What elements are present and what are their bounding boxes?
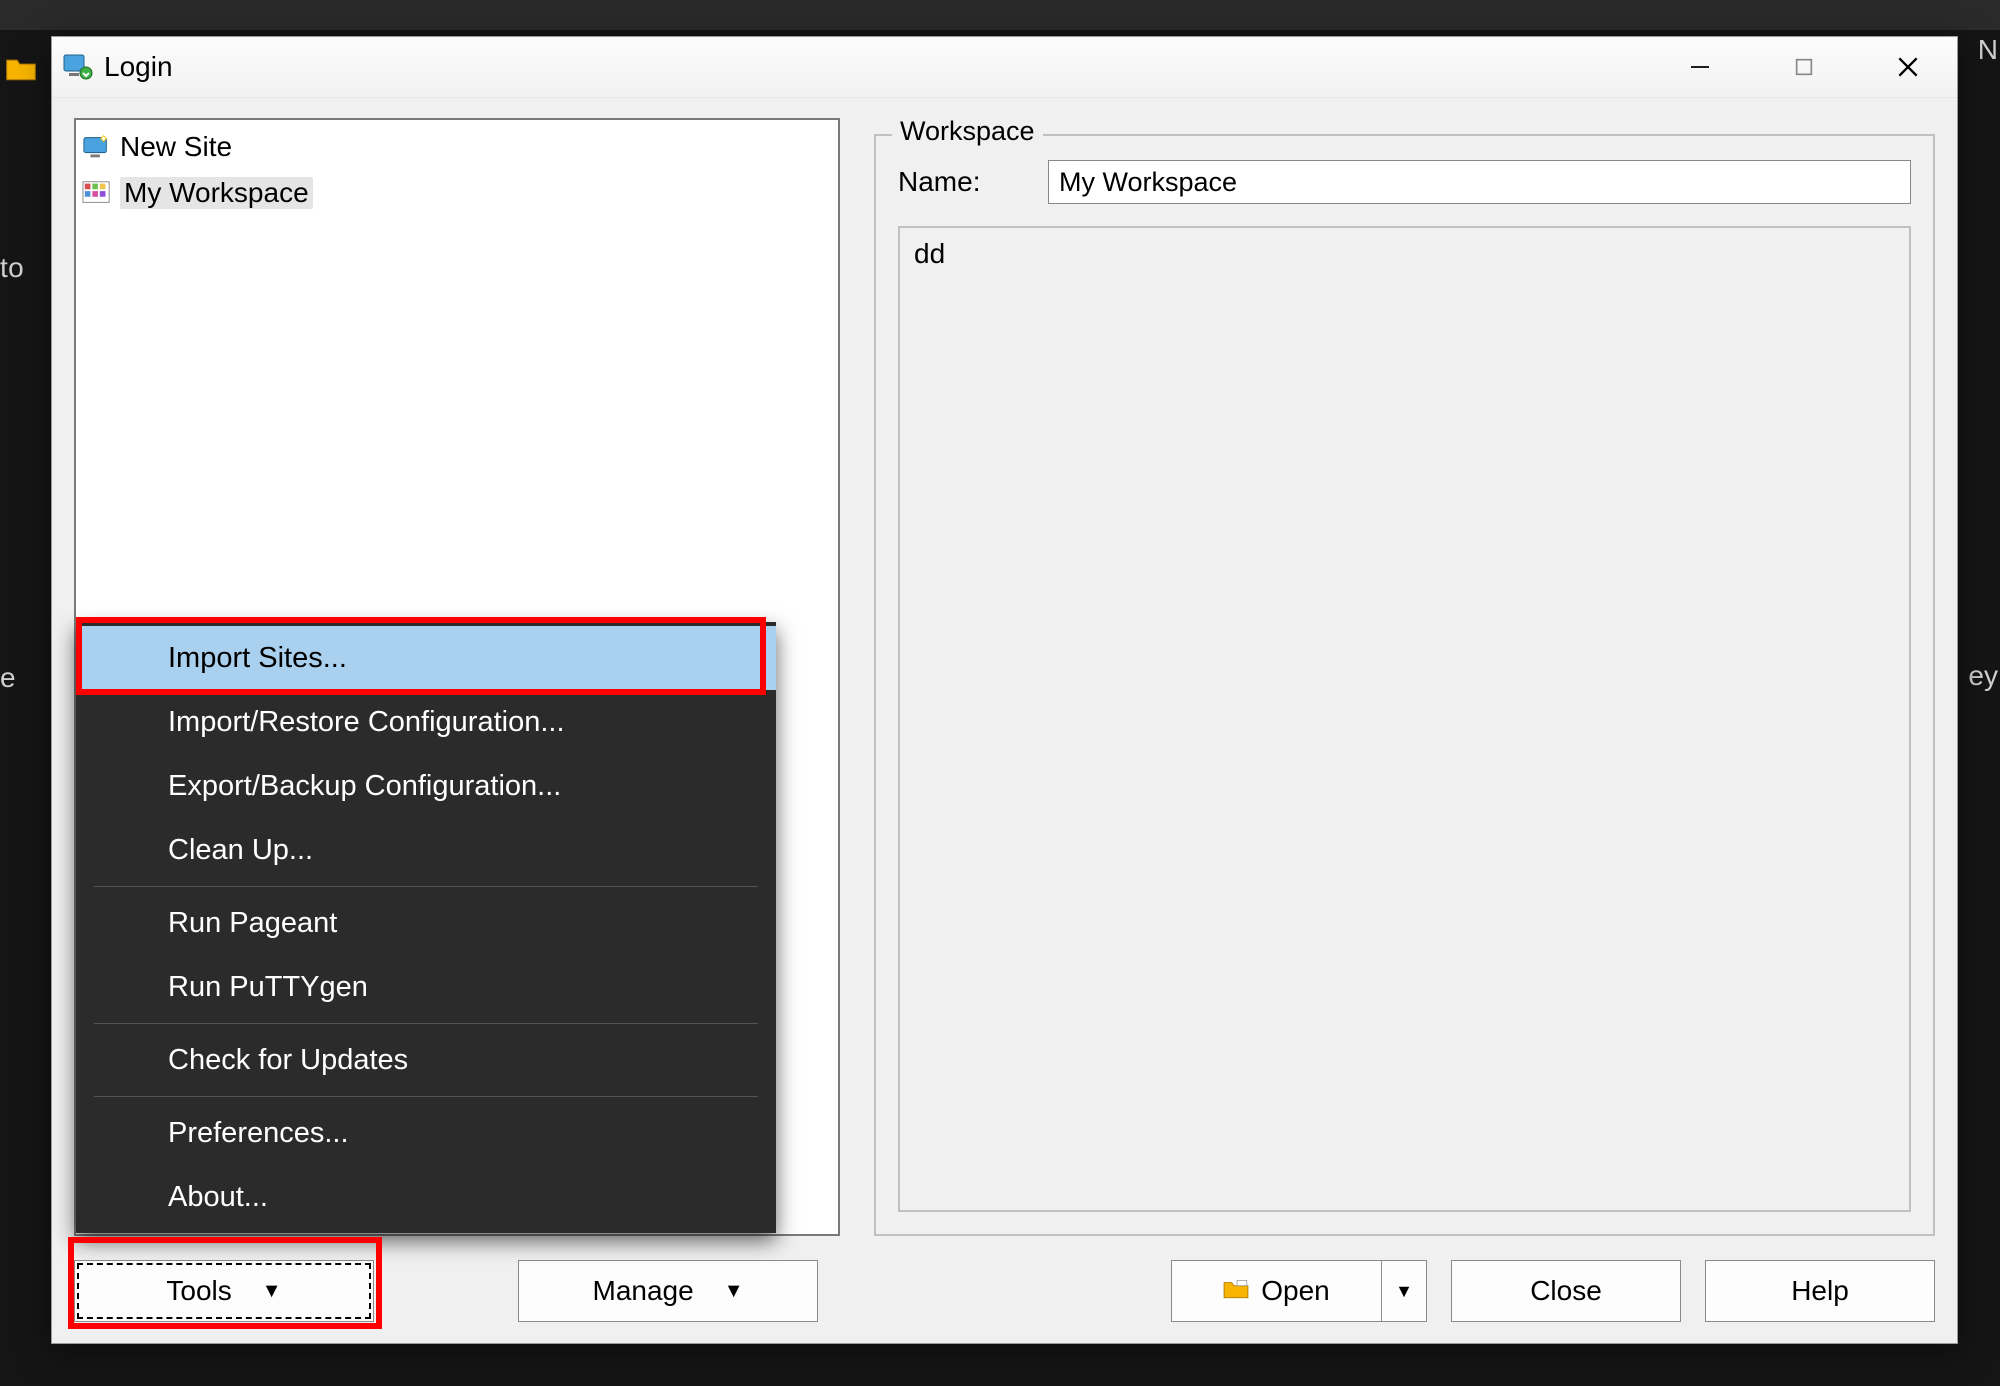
background-folder-icon [4, 55, 38, 81]
manage-button-label: Manage [593, 1275, 694, 1307]
manage-button[interactable]: Manage ▼ [518, 1260, 818, 1322]
background-toolbar [0, 0, 2000, 30]
workspace-groupbox: Workspace Name: dd [874, 134, 1935, 1236]
tools-context-menu: Import Sites... Import/Restore Configura… [76, 622, 776, 1233]
workspace-legend: Workspace [892, 116, 1043, 147]
workspace-icon [82, 180, 112, 206]
menu-item-preferences[interactable]: Preferences... [76, 1101, 776, 1165]
open-button-label: Open [1261, 1275, 1330, 1307]
menu-item-import-restore-config[interactable]: Import/Restore Configuration... [76, 690, 776, 754]
close-button-label: Close [1530, 1275, 1602, 1307]
open-split-button[interactable]: Open ▼ [1171, 1260, 1427, 1322]
menu-item-check-updates[interactable]: Check for Updates [76, 1028, 776, 1092]
menu-item-export-backup-config[interactable]: Export/Backup Configuration... [76, 754, 776, 818]
menu-item-label: Import Sites... [168, 642, 347, 675]
site-item-my-workspace[interactable]: My Workspace [76, 170, 838, 216]
open-button[interactable]: Open [1171, 1260, 1381, 1322]
menu-item-label: Run PuTTYgen [168, 971, 368, 1004]
background-text: N [1978, 34, 1998, 66]
chevron-down-icon: ▼ [724, 1281, 744, 1301]
menu-separator [94, 1023, 758, 1024]
workspace-description-area[interactable]: dd [898, 226, 1911, 1212]
chevron-down-icon: ▼ [1395, 1281, 1413, 1302]
close-dialog-button[interactable]: Close [1451, 1260, 1681, 1322]
background-text: to [0, 252, 24, 284]
site-item-label: New Site [120, 131, 232, 162]
menu-item-label: Run Pageant [168, 907, 337, 940]
background-text: e [0, 662, 16, 694]
monitor-icon [82, 134, 112, 160]
chevron-down-icon: ▼ [262, 1281, 282, 1301]
help-button-label: Help [1791, 1275, 1849, 1307]
workspace-panel: Workspace Name: dd [874, 118, 1935, 1322]
menu-item-import-sites[interactable]: Import Sites... [76, 626, 776, 690]
open-dropdown-button[interactable]: ▼ [1381, 1260, 1427, 1322]
workspace-description-text: dd [914, 238, 945, 269]
dialog-title: Login [104, 51, 1677, 83]
titlebar: Login [52, 37, 1957, 98]
menu-item-label: Preferences... [168, 1117, 349, 1150]
menu-item-label: Check for Updates [168, 1044, 408, 1077]
maximize-button[interactable] [1781, 44, 1827, 90]
workspace-name-input[interactable] [1048, 160, 1911, 204]
menu-item-clean-up[interactable]: Clean Up... [76, 818, 776, 882]
menu-item-label: About... [168, 1181, 268, 1214]
menu-separator [94, 886, 758, 887]
menu-item-about[interactable]: About... [76, 1165, 776, 1229]
menu-item-label: Import/Restore Configuration... [168, 706, 565, 739]
menu-item-label: Clean Up... [168, 834, 313, 867]
tools-button[interactable]: Tools ▼ [74, 1260, 374, 1322]
name-label: Name: [898, 166, 1008, 198]
help-button[interactable]: Help [1705, 1260, 1935, 1322]
tools-button-label: Tools [166, 1275, 231, 1307]
menu-separator [94, 1096, 758, 1097]
menu-item-label: Export/Backup Configuration... [168, 770, 561, 803]
menu-item-run-puttygen[interactable]: Run PuTTYgen [76, 955, 776, 1019]
site-item-label: My Workspace [124, 177, 309, 208]
close-button[interactable] [1885, 44, 1931, 90]
folder-open-icon [1223, 1275, 1249, 1307]
site-item-new-site[interactable]: New Site [76, 124, 838, 170]
menu-item-run-pageant[interactable]: Run Pageant [76, 891, 776, 955]
minimize-button[interactable] [1677, 44, 1723, 90]
background-text: ey [1968, 660, 1998, 692]
app-icon [62, 51, 94, 83]
